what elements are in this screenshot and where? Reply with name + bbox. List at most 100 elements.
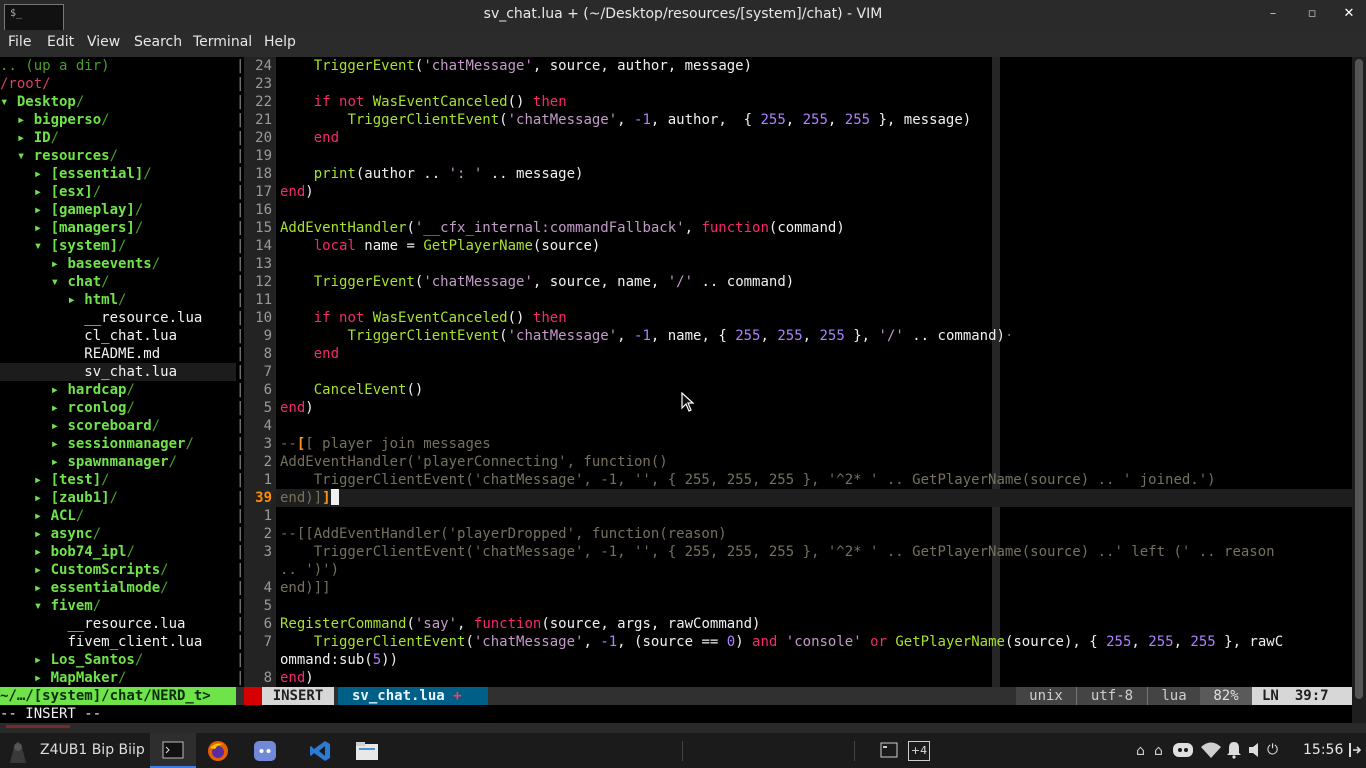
discord-tray-icon[interactable] (1172, 741, 1194, 763)
home-icon[interactable]: ⌂ (1136, 743, 1145, 759)
tree-dir-item[interactable]: ▸ [managers]/ (0, 219, 144, 237)
chevron-right-icon[interactable]: ▸ (34, 526, 51, 542)
code-line[interactable]: TriggerClientEvent('chatMessage', -1, ''… (280, 543, 1275, 561)
tree-dir-item[interactable]: ▾ Desktop/ (0, 93, 84, 111)
chevron-right-icon[interactable]: ▸ (34, 472, 51, 488)
user-avatar[interactable] (6, 739, 30, 763)
tree-dir-item[interactable]: ▸ Los_Santos/ (0, 651, 144, 669)
code-line[interactable]: end) (280, 183, 314, 201)
chevron-right-icon[interactable]: ▸ (51, 436, 68, 452)
tree-up-dir[interactable]: .. (up a dir) (0, 57, 110, 75)
chevron-right-icon[interactable]: ▸ (34, 184, 51, 200)
tree-dir-item[interactable]: ▸ bob74_ipl/ (0, 543, 135, 561)
chevron-down-icon[interactable]: ▾ (51, 274, 68, 290)
terminal-area[interactable]: .. (up a dir) /root/ ▾ Desktop/ ▸ bigper… (0, 57, 1352, 705)
code-line[interactable]: end) (280, 669, 314, 687)
chevron-right-icon[interactable]: ▸ (34, 220, 51, 236)
tree-file-item[interactable]: README.md (0, 345, 160, 363)
chevron-right-icon[interactable]: ▸ (51, 454, 68, 470)
vscode-icon[interactable] (309, 740, 331, 766)
tree-dir-item[interactable]: ▸ async/ (0, 525, 101, 543)
tree-dir-item[interactable]: ▾ fivem/ (0, 597, 101, 615)
chevron-right-icon[interactable]: ▸ (67, 292, 84, 308)
code-line[interactable]: TriggerEvent('chatMessage', source, name… (280, 273, 794, 291)
tree-file-item[interactable]: fivem_client.lua (0, 633, 202, 651)
chevron-right-icon[interactable]: ▸ (34, 508, 51, 524)
tree-dir-item[interactable]: ▸ scoreboard/ (0, 417, 161, 435)
workspace-badge[interactable]: +4 (908, 741, 930, 761)
menu-search[interactable]: Search (134, 34, 182, 50)
chevron-right-icon[interactable]: ▸ (17, 112, 34, 128)
tree-dir-item[interactable]: ▸ [test]/ (0, 471, 110, 489)
code-line[interactable]: if not WasEventCanceled() then (280, 93, 567, 111)
tree-dir-item[interactable]: ▾ [system]/ (0, 237, 127, 255)
file-manager-icon[interactable] (355, 740, 379, 766)
discord-icon[interactable] (253, 740, 277, 766)
tree-dir-item[interactable]: ▸ MapMaker/ (0, 669, 127, 687)
power-icon[interactable]: ⏻ (1267, 742, 1278, 758)
firefox-icon[interactable] (207, 740, 229, 766)
split-separator[interactable]: | | | | | | | | | | | | | | | | | | | | | | | | | | | | | | | | | | | (236, 57, 244, 687)
tree-dir-item[interactable]: ▸ ID/ (0, 129, 59, 147)
menu-view[interactable]: View (87, 34, 120, 50)
code-line[interactable]: end)]] (280, 579, 331, 597)
tree-dir-item[interactable]: ▸ bigperso/ (0, 111, 110, 129)
code-line[interactable]: --[[ player join messages (280, 435, 491, 453)
code-line[interactable]: local name = GetPlayerName(source) (280, 237, 601, 255)
chevron-right-icon[interactable]: ▸ (17, 130, 34, 146)
code-line[interactable]: TriggerClientEvent('chatMessage', -1, (s… (280, 633, 1283, 651)
volume-icon[interactable] (1247, 741, 1263, 763)
code-line[interactable]: AddEventHandler('playerConnecting', func… (280, 453, 668, 471)
tree-dir-item[interactable]: ▸ ACL/ (0, 507, 85, 525)
chevron-right-icon[interactable]: ▸ (51, 418, 68, 434)
menu-help[interactable]: Help (264, 34, 296, 50)
code-line[interactable]: ommand:sub(5)) (280, 651, 398, 669)
close-icon[interactable]: ✕ (1338, 4, 1360, 24)
tree-dir-item[interactable]: ▾ resources/ (0, 147, 118, 165)
home-alt-icon[interactable]: ⌂ (1154, 743, 1163, 759)
maximize-icon[interactable]: ▫ (1301, 4, 1323, 24)
menu-terminal[interactable]: Terminal (193, 34, 252, 50)
chevron-right-icon[interactable]: ▸ (51, 256, 68, 272)
workspace-icon[interactable] (880, 742, 898, 762)
chevron-right-icon[interactable]: ▸ (34, 544, 51, 560)
tree-dir-item[interactable]: ▾ chat/ (0, 273, 110, 291)
code-line[interactable]: if not WasEventCanceled() then (280, 309, 567, 327)
chevron-down-icon[interactable]: ▾ (17, 148, 34, 164)
chevron-right-icon[interactable]: ▸ (34, 166, 51, 182)
menu-edit[interactable]: Edit (47, 34, 74, 50)
tree-dir-item[interactable]: ▸ essentialmode/ (0, 579, 169, 597)
tree-dir-item[interactable]: ▸ CustomScripts/ (0, 561, 169, 579)
code-line[interactable]: print(author .. ': ' .. message) (280, 165, 584, 183)
chevron-right-icon[interactable]: ▸ (51, 400, 68, 416)
show-desktop-icon[interactable] (1348, 742, 1362, 762)
notification-bell-icon[interactable] (1226, 741, 1242, 763)
code-line[interactable]: TriggerClientEvent('chatMessage', -1, ''… (280, 471, 1216, 489)
code-line[interactable]: CancelEvent() (280, 381, 424, 399)
tree-dir-item[interactable]: ▸ baseevents/ (0, 255, 161, 273)
code-line[interactable]: end) (280, 399, 314, 417)
code-line[interactable]: TriggerClientEvent('chatMessage', -1, au… (280, 111, 971, 129)
wifi-icon[interactable] (1200, 741, 1222, 763)
chevron-right-icon[interactable]: ▸ (51, 382, 68, 398)
minimize-icon[interactable]: – (1262, 4, 1284, 24)
code-line[interactable]: end (280, 345, 339, 363)
tree-file-item[interactable]: sv_chat.lua (0, 363, 236, 381)
tree-file-item[interactable]: __resource.lua (0, 615, 185, 633)
tree-dir-item[interactable]: ▸ spawnmanager/ (0, 453, 177, 471)
code-line[interactable]: RegisterCommand('say', function(source, … (280, 615, 760, 633)
tree-dir-item[interactable]: ▸ sessionmanager/ (0, 435, 194, 453)
tree-dir-item[interactable]: ▸ [essential]/ (0, 165, 152, 183)
code-line[interactable]: end)]] (280, 489, 339, 507)
chevron-right-icon[interactable]: ▸ (34, 202, 51, 218)
user-name[interactable]: Z4UB1 Bip Biip (40, 742, 145, 758)
code-line[interactable]: TriggerClientEvent('chatMessage', -1, na… (280, 327, 1013, 345)
chevron-right-icon[interactable]: ▸ (34, 562, 51, 578)
code-line[interactable]: end (280, 129, 339, 147)
tree-dir-item[interactable]: ▸ hardcap/ (0, 381, 135, 399)
tree-file-item[interactable]: cl_chat.lua (0, 327, 177, 345)
chevron-down-icon[interactable]: ▾ (34, 238, 51, 254)
clock[interactable]: 15:56 (1303, 742, 1343, 758)
chevron-right-icon[interactable]: ▸ (34, 580, 51, 596)
chevron-right-icon[interactable]: ▸ (34, 652, 51, 668)
